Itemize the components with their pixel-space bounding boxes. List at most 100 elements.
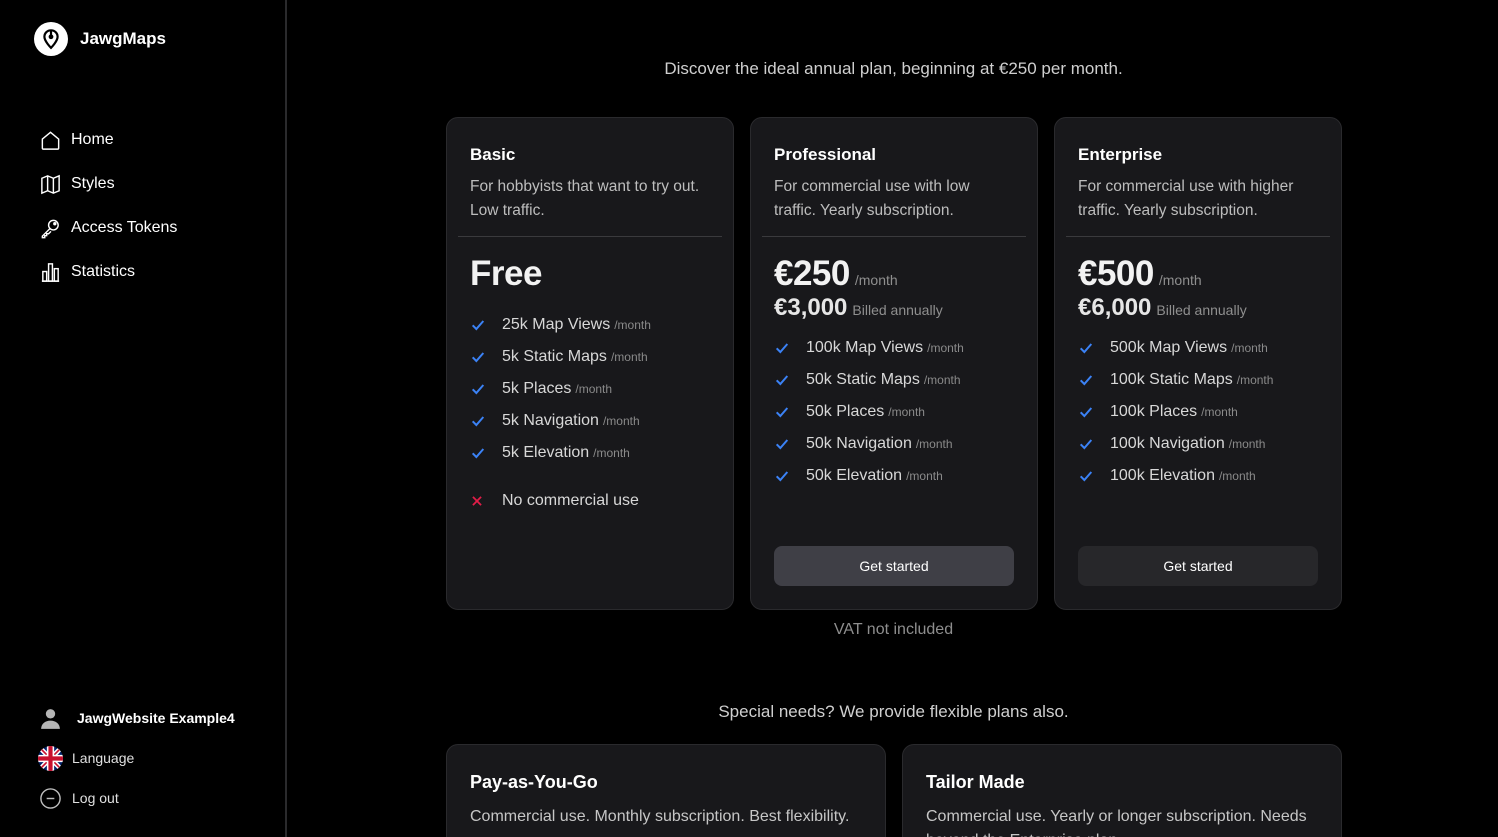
check-icon — [470, 445, 490, 461]
feature-item: 100k Map Views/month — [774, 332, 1014, 364]
feature-item: 500k Map Views/month — [1078, 332, 1318, 364]
plan-price-row: €250 /month — [774, 254, 1014, 294]
feature-text: 100k Navigation — [1110, 435, 1225, 452]
special-needs-heading: Special needs? We provide flexible plans… — [718, 702, 1069, 721]
check-icon — [1078, 404, 1098, 420]
sidebar: JawgMaps Home Styles Access Tokens Stati… — [0, 0, 287, 837]
feature-text: 5k Static Maps — [502, 348, 607, 365]
feature-unit: /month — [1218, 469, 1256, 483]
feature-unit: /month — [888, 405, 925, 419]
plan-price-period: /month — [1158, 272, 1202, 288]
feature-unit: /month — [923, 373, 961, 387]
feature-item: 5k Static Maps/month — [470, 341, 710, 373]
feature-text: 100k Places — [1110, 403, 1198, 420]
feature-text: 100k Map Views — [806, 339, 924, 356]
feature-unit: /month — [906, 469, 943, 483]
plan-description: For commercial use with higher traffic. … — [1078, 178, 1294, 219]
feature-text: 100k Elevation — [1110, 467, 1215, 484]
feature-unit: /month — [602, 414, 640, 428]
nav-item-styles[interactable]: Styles — [39, 162, 177, 206]
check-icon — [1078, 468, 1098, 484]
feature-unit: /month — [1236, 373, 1274, 387]
logout-button[interactable]: Log out — [38, 778, 235, 818]
feature-text: 5k Elevation — [502, 444, 590, 461]
feature-text: 500k Map Views — [1110, 339, 1228, 356]
pricing-main: Discover the ideal annual plan, beginnin… — [289, 0, 1498, 837]
language-selector[interactable]: Language — [38, 738, 235, 778]
feature-text: 5k Places — [502, 380, 572, 397]
cross-icon — [470, 494, 490, 508]
nav-item-statistics[interactable]: Statistics — [39, 250, 177, 294]
feature-text: 50k Elevation — [806, 467, 903, 484]
brand-name: JawgMaps — [80, 29, 166, 48]
plan-price-period: /month — [854, 272, 898, 288]
get-started-button-enterprise[interactable]: Get started — [1078, 546, 1318, 586]
plan-price-row: €500 /month — [1078, 254, 1318, 294]
check-icon — [470, 413, 490, 429]
feature-item: 50k Places/month — [774, 396, 1014, 428]
feature-item: 5k Elevation/month — [470, 437, 710, 469]
check-icon — [774, 372, 794, 388]
feature-text: 50k Navigation — [806, 435, 912, 452]
plan-description: For hobbyists that want to try out. Low … — [470, 178, 700, 219]
feature-unit: /month — [1201, 405, 1238, 419]
feature-item: 50k Static Maps/month — [774, 364, 1014, 396]
feature-text: 50k Places — [806, 403, 885, 420]
nav-item-access-tokens[interactable]: Access Tokens — [39, 206, 177, 250]
plan-annual-price: €6,000 — [1078, 294, 1152, 321]
plan-card-basic: Basic For hobbyists that want to try out… — [446, 117, 734, 610]
plan-features: 500k Map Views/month 100k Static Maps/mo… — [1078, 332, 1318, 492]
plan-divider — [458, 236, 722, 237]
home-icon — [39, 129, 62, 152]
feature-unit: /month — [610, 350, 648, 364]
flex-plan-card-tailor-made[interactable]: Tailor Made Commercial use. Yearly or lo… — [902, 744, 1342, 837]
feature-unit: /month — [1228, 437, 1266, 451]
nav-label: Statistics — [71, 263, 136, 280]
check-icon — [774, 468, 794, 484]
feature-unit: /month — [614, 318, 651, 332]
plan-price: Free — [470, 254, 542, 293]
plan-price: €500 — [1078, 254, 1154, 293]
plan-title: Enterprise — [1078, 145, 1163, 164]
plan-annual-price: €3,000 — [774, 294, 848, 321]
flex-plan-description: Commercial use. Yearly or longer subscri… — [926, 808, 1307, 837]
main-nav: Home Styles Access Tokens Statistics — [39, 118, 177, 294]
check-icon — [774, 340, 794, 356]
feature-text: 50k Static Maps — [806, 371, 920, 388]
check-icon — [1078, 372, 1098, 388]
plan-annual-row: €6,000 Billed annually — [1078, 294, 1318, 322]
feature-text: No commercial use — [502, 492, 639, 509]
flex-plan-title: Pay-as-You-Go — [470, 772, 598, 792]
plan-price: €250 — [774, 254, 850, 293]
plan-annual-row: €3,000 Billed annually — [774, 294, 1014, 322]
check-icon — [470, 349, 490, 365]
key-icon — [39, 217, 62, 240]
plan-billed-note: Billed annually — [1156, 302, 1247, 318]
plan-title: Professional — [774, 145, 877, 164]
bar-chart-icon — [39, 261, 62, 284]
feature-text: 25k Map Views — [502, 316, 611, 333]
nav-item-home[interactable]: Home — [39, 118, 177, 162]
plan-billed-note: Billed annually — [852, 302, 943, 318]
nav-label: Access Tokens — [71, 219, 178, 236]
nav-label: Styles — [71, 175, 115, 192]
feature-text: 100k Static Maps — [1110, 371, 1233, 388]
uk-flag-icon — [38, 745, 63, 771]
check-icon — [1078, 436, 1098, 452]
check-icon — [774, 404, 794, 420]
flex-plan-card-pay-as-you-go[interactable]: Pay-as-You-Go Commercial use. Monthly su… — [446, 744, 886, 837]
plan-card-enterprise: Enterprise For commercial use with highe… — [1054, 117, 1342, 610]
plan-title: Basic — [470, 145, 516, 164]
brand[interactable]: JawgMaps — [34, 22, 166, 56]
plan-features: 100k Map Views/month 50k Static Maps/mon… — [774, 332, 1014, 492]
check-icon — [774, 436, 794, 452]
feature-item: 100k Places/month — [1078, 396, 1318, 428]
feature-limitation: No commercial use — [470, 485, 710, 517]
user-profile[interactable]: JawgWebsite Example4 — [38, 698, 235, 738]
feature-item: 50k Navigation/month — [774, 428, 1014, 460]
language-label: Language — [72, 750, 135, 766]
check-icon — [470, 317, 490, 333]
plan-features: 25k Map Views/month 5k Static Maps/month… — [470, 309, 710, 517]
get-started-button-professional[interactable]: Get started — [774, 546, 1014, 586]
plan-card-professional: Professional For commercial use with low… — [750, 117, 1038, 610]
